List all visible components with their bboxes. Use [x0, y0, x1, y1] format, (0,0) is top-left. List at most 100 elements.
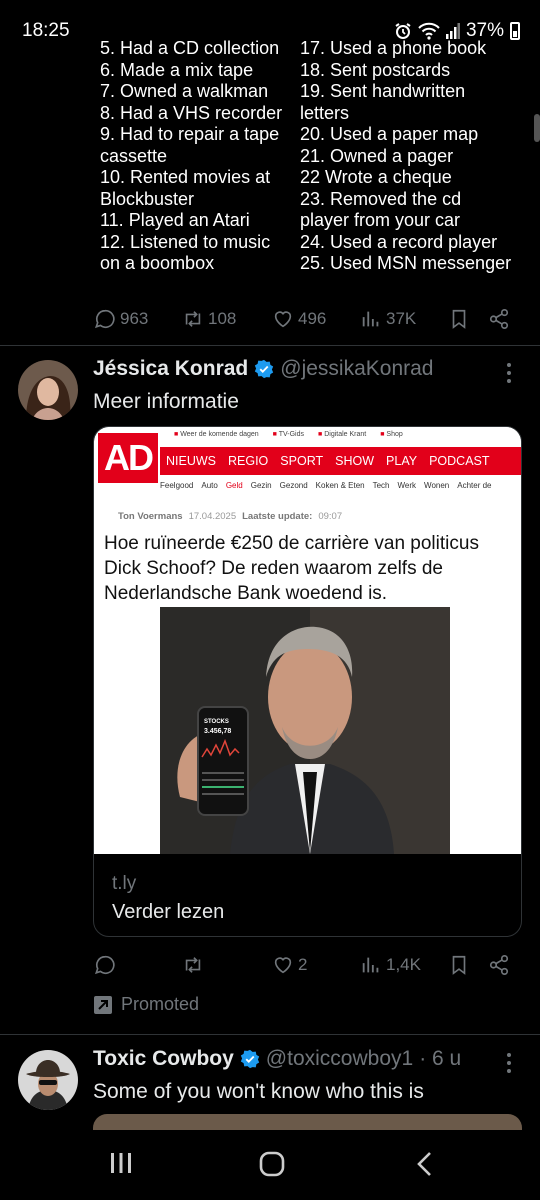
bookmark-icon: [452, 955, 466, 975]
list-item: 7. Owned a walkman: [100, 81, 269, 101]
subnav-item: Tech: [372, 481, 390, 490]
heart-icon: [274, 311, 292, 328]
author-name[interactable]: Jéssica Konrad: [93, 357, 248, 381]
update-time: 09:07: [318, 511, 343, 522]
list-item: 12. Listened to music on a boombox: [100, 231, 271, 274]
mini-link: Shop: [380, 431, 402, 438]
article-date: 17.04.2025: [188, 511, 237, 522]
site-subnav: Feelgood Auto Geld Gezin Gezond Koken & …: [160, 481, 491, 490]
article-photo: STOCKS 3.456,78: [160, 607, 450, 854]
promoted-icon: [94, 995, 112, 1014]
views-icon: [362, 957, 379, 973]
reply-button[interactable]: 963: [94, 308, 148, 330]
repost-button[interactable]: 108: [182, 308, 236, 330]
list-item: 5. Had a CD collection: [100, 38, 280, 58]
avatar-photo: [18, 1050, 78, 1110]
avatar[interactable]: [18, 1050, 78, 1110]
tweet-time: · 6 u: [419, 1047, 462, 1070]
repost-button[interactable]: [182, 954, 208, 976]
subnav-item: Geld: [225, 481, 243, 490]
update-label: Laatste update:: [242, 511, 313, 522]
article-author: Ton Voermans: [118, 511, 183, 522]
article-headline: Hoe ruïneerde €250 de carrière van polit…: [104, 533, 479, 604]
share-button[interactable]: [488, 308, 510, 330]
list-item: 8. Had a VHS recorder: [100, 102, 283, 123]
more-options-icon[interactable]: [506, 1052, 512, 1074]
author-name[interactable]: Toxic Cowboy: [93, 1047, 234, 1071]
site-mini-links: Weer de komende dagen TV-Gids Digitale K…: [174, 431, 403, 438]
card-cta[interactable]: Verder lezen: [112, 901, 224, 924]
site-header: AD Weer de komende dagen TV-Gids Digital…: [94, 427, 521, 489]
link-card[interactable]: AD Weer de komende dagen TV-Gids Digital…: [93, 426, 522, 937]
repost-icon: [185, 957, 201, 973]
author-handle[interactable]: @toxiccowboy1: [266, 1047, 413, 1071]
avatar[interactable]: [18, 360, 78, 420]
list-item: 11. Played an Atari: [100, 210, 250, 230]
recent-apps-icon[interactable]: [108, 1150, 134, 1176]
view-count: 37K: [386, 309, 417, 328]
views-button[interactable]: 37K: [360, 308, 416, 330]
nav-item: PLAY: [386, 454, 418, 468]
list-item: 21. Owned a pager: [300, 145, 454, 166]
tweet-text: Meer informatie: [93, 390, 239, 413]
like-button[interactable]: 496: [272, 308, 326, 330]
list-item: 10. Rented movies at Blockbuster: [100, 167, 271, 209]
tweet-list-text: 5. Had a CD collection 6. Made a mix tap…: [100, 38, 530, 275]
list-item: 17. Used a phone book: [300, 38, 487, 58]
divider: [0, 345, 540, 346]
list-item: 9. Had to repair a tape cassette: [100, 124, 280, 166]
tweet-header: Jéssica Konrad @jessikaKonrad: [93, 357, 433, 381]
heart-icon: [274, 957, 292, 974]
article-meta: Ton Voermans 17.04.2025 Laatste update: …: [118, 511, 342, 522]
system-nav-bar: [0, 1130, 540, 1200]
list-item: 22 Wrote a cheque: [300, 167, 452, 187]
scrollbar[interactable]: [534, 114, 540, 142]
article-preview-image: AD Weer de komende dagen TV-Gids Digital…: [94, 427, 521, 854]
nav-item: NIEUWS: [166, 454, 216, 468]
mini-link: TV-Gids: [273, 431, 304, 438]
repost-count: 108: [208, 309, 237, 328]
tweet-media[interactable]: [93, 1114, 522, 1130]
avatar-photo: [18, 360, 78, 420]
phone-label: STOCKS: [204, 719, 229, 725]
tweet-text: Some of you won't know who this is: [93, 1080, 424, 1103]
nav-item: SHOW: [335, 454, 375, 468]
view-count: 1,4K: [386, 955, 421, 974]
home-icon[interactable]: [258, 1150, 286, 1178]
like-count: 2: [298, 955, 308, 974]
bookmark-button[interactable]: [448, 954, 470, 976]
like-button[interactable]: 2: [272, 954, 307, 976]
signal-icon: [445, 23, 460, 39]
verified-icon: [255, 359, 274, 379]
list-item: 18. Sent postcards: [300, 59, 451, 80]
nav-item: PODCAST: [429, 454, 490, 468]
list-item: 6. Made a mix tape: [100, 59, 254, 80]
back-icon[interactable]: [412, 1150, 438, 1178]
nav-item: REGIO: [228, 454, 269, 468]
like-count: 496: [298, 309, 327, 328]
site-nav: NIEUWS REGIO SPORT SHOW PLAY PODCAST: [160, 447, 521, 475]
list-item: 20. Used a paper map: [300, 124, 479, 144]
list-item: 23. Removed the cd player from your car: [300, 188, 462, 231]
list-item: 25. Used MSN messenger: [300, 253, 512, 273]
list-column-left: 5. Had a CD collection 6. Made a mix tap…: [100, 38, 300, 275]
list-item: 19. Sent handwritten letters: [300, 81, 466, 123]
share-icon: [489, 955, 509, 975]
nav-item: SPORT: [280, 454, 324, 468]
mini-link: Weer de komende dagen: [174, 431, 258, 438]
more-options-icon[interactable]: [506, 362, 512, 384]
author-handle[interactable]: @jessikaKonrad: [280, 357, 433, 381]
promoted-label: Promoted: [93, 994, 199, 1015]
subnav-item: Werk: [397, 481, 417, 490]
reply-button[interactable]: [94, 954, 120, 976]
share-button[interactable]: [488, 954, 510, 976]
phone-value: 3.456,78: [204, 728, 231, 735]
tweet1-action-bar: 963 108 496 37K: [92, 304, 522, 334]
bookmark-button[interactable]: [448, 308, 470, 330]
bookmark-icon: [452, 309, 466, 329]
views-button[interactable]: 1,4K: [360, 954, 421, 976]
site-logo: AD: [98, 433, 158, 483]
subnav-item: Feelgood: [160, 481, 194, 490]
tweet2-action-bar: 2 1,4K: [92, 950, 522, 980]
list-item: 24. Used a record player: [300, 231, 498, 252]
